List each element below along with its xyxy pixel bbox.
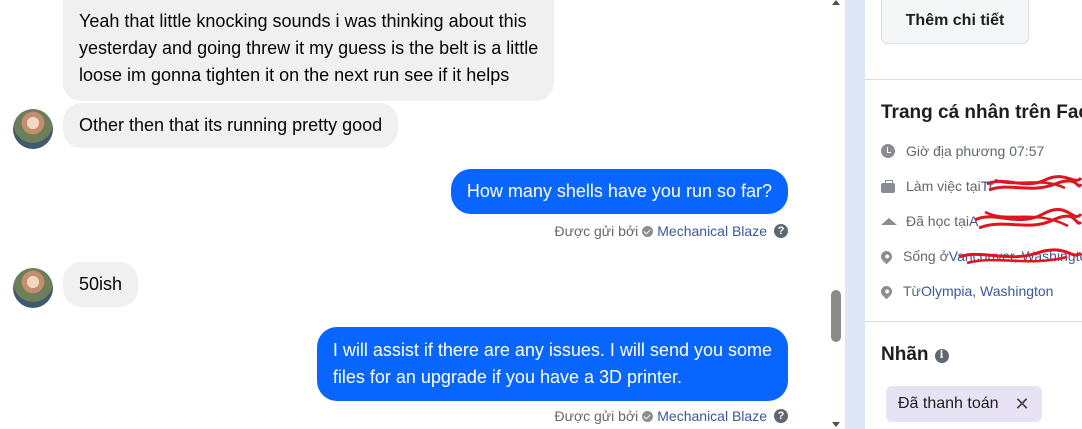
education-prefix: Đã học tại	[906, 213, 970, 229]
location-pin-icon	[878, 248, 895, 264]
sender-name-link[interactable]: Mechanical Blaze	[657, 408, 767, 424]
remove-tag-icon[interactable]: ✕	[1015, 394, 1030, 415]
redaction-scribble	[974, 208, 1082, 230]
chat-scrollbar[interactable]	[828, 0, 845, 429]
redaction-scribble	[958, 248, 1082, 265]
briefcase-icon	[881, 179, 895, 193]
local-time-row: Giờ địa phương 07:57	[881, 140, 1044, 162]
sent-by-prefix: Được gửi bởi	[554, 223, 639, 239]
from-prefix: Từ	[903, 283, 921, 299]
outgoing-message-bubble[interactable]: I will assist if there are any issues. I…	[316, 327, 788, 401]
from-link[interactable]: Olympia, Washington	[921, 283, 1054, 299]
check-circle-icon	[642, 225, 654, 237]
outgoing-message-bubble[interactable]: How many shells have you run so far?	[450, 169, 788, 214]
education-row: Đã học tại A	[881, 210, 978, 232]
message-line: I will assist if there are any issues. I…	[332, 340, 772, 360]
message-text: How many shells have you run so far?	[466, 181, 772, 201]
help-icon[interactable]: ?	[774, 224, 788, 238]
add-details-button[interactable]: Thêm chi tiết	[881, 0, 1029, 44]
redaction-scribble	[986, 175, 1082, 192]
clock-icon	[881, 144, 895, 158]
labels-section-title: Nhãn i	[881, 344, 949, 366]
label-tag-chip[interactable]: Đã thanh toán ✕	[886, 386, 1042, 422]
message-line: Yeah that little knocking sounds i was t…	[79, 11, 527, 31]
profile-section-title: Trang cá nhân trên Facebook	[881, 102, 1082, 123]
graduation-cap-icon	[881, 217, 897, 225]
scroll-down-arrow-icon[interactable]	[832, 422, 840, 427]
message-text: 50ish	[79, 274, 123, 294]
label-tag-text: Đã thanh toán	[898, 395, 999, 412]
divider	[865, 321, 1082, 322]
location-pin-icon	[878, 283, 895, 299]
incoming-message-bubble[interactable]: Other then that its running pretty good	[63, 103, 399, 148]
scrollbar-thumb[interactable]	[831, 290, 841, 342]
help-icon[interactable]: ?	[774, 409, 788, 423]
work-row: Làm việc tại Tr	[881, 175, 993, 197]
message-line: yesterday and going threw it my guess is…	[79, 38, 539, 58]
messenger-window: Yeah that little knocking sounds i was t…	[0, 0, 1082, 429]
divider	[865, 79, 1082, 80]
check-circle-icon	[642, 410, 654, 422]
sent-by-line: Được gửi bởi Mechanical Blaze ?	[554, 408, 788, 424]
sent-by-line: Được gửi bởi Mechanical Blaze ?	[554, 223, 788, 239]
sender-name-link[interactable]: Mechanical Blaze	[657, 223, 767, 239]
panel-divider	[845, 0, 865, 429]
info-icon[interactable]: i	[934, 349, 949, 363]
avatar[interactable]	[13, 268, 53, 308]
message-line: files for an upgrade if you have a 3D pr…	[332, 367, 683, 387]
contact-details-panel: Thêm chi tiết Trang cá nhân trên Faceboo…	[865, 0, 1082, 429]
avatar[interactable]	[13, 109, 53, 149]
incoming-message-bubble[interactable]: 50ish	[63, 262, 139, 307]
lives-in-prefix: Sống ở	[903, 248, 949, 264]
incoming-message-bubble[interactable]: Yeah that little knocking sounds i was t…	[63, 0, 555, 101]
sent-by-prefix: Được gửi bởi	[554, 408, 639, 424]
message-line: loose im gonna tighten it on the next ru…	[79, 65, 510, 85]
conversation-thread: Yeah that little knocking sounds i was t…	[0, 0, 828, 429]
scroll-up-arrow-icon[interactable]	[832, 0, 840, 5]
message-text: Other then that its running pretty good	[79, 115, 383, 135]
labels-title-text: Nhãn	[881, 344, 929, 365]
work-prefix: Làm việc tại	[906, 178, 981, 194]
from-row: Từ Olympia, Washington	[878, 280, 1054, 302]
local-time-text: Giờ địa phương 07:57	[906, 143, 1045, 159]
